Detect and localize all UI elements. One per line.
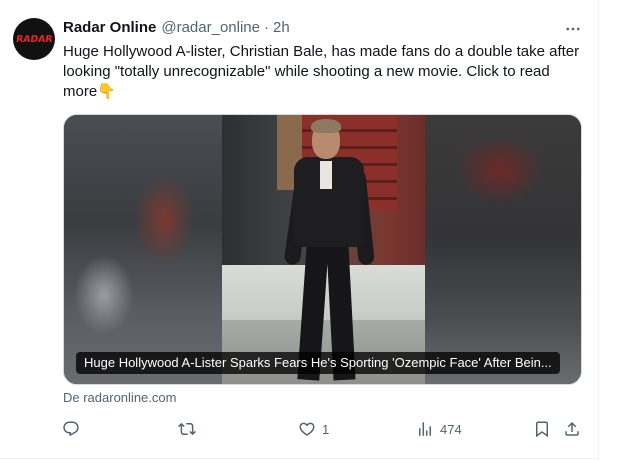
card-domain[interactable]: De radaronline.com	[63, 390, 176, 405]
display-name[interactable]: Radar Online	[63, 19, 156, 36]
pointing-down-emoji: 👇	[97, 83, 116, 100]
card-caption[interactable]: Huge Hollywood A-Lister Sparks Fears He'…	[76, 352, 560, 374]
like-count: 1	[322, 421, 330, 437]
bookmark-icon	[536, 421, 548, 438]
blurred-background-left	[64, 115, 222, 384]
article-photo	[222, 115, 425, 384]
heart-icon	[299, 422, 315, 436]
blurred-background-right	[425, 115, 581, 384]
timestamp[interactable]: 2h	[273, 19, 290, 36]
reply-button[interactable]	[62, 414, 80, 444]
views-button[interactable]: 474	[416, 414, 462, 444]
more-button[interactable]	[558, 18, 588, 40]
action-bar: 1 474	[52, 414, 592, 444]
views-icon	[419, 422, 431, 436]
column-divider	[598, 0, 599, 461]
link-card-image[interactable]: Huge Hollywood A-Lister Sparks Fears He'…	[63, 114, 582, 385]
tweet-text: Huge Hollywood A-lister, Christian Bale,…	[63, 42, 583, 102]
share-icon	[565, 421, 579, 436]
bookmark-button[interactable]	[533, 414, 551, 444]
separator-dot: ·	[263, 19, 269, 36]
avatar-logo-text: RADAR	[15, 33, 53, 45]
tweet-header: Radar Online @radar_online · 2h	[63, 19, 290, 39]
tweet-divider	[0, 458, 598, 459]
avatar[interactable]: RADAR	[13, 18, 55, 60]
tweet-body: Huge Hollywood A-lister, Christian Bale,…	[63, 43, 580, 100]
share-button[interactable]	[563, 414, 581, 444]
retweet-button[interactable]	[178, 414, 196, 444]
reply-icon	[63, 421, 79, 437]
user-handle[interactable]: @radar_online	[161, 19, 260, 36]
like-button[interactable]: 1	[298, 414, 329, 444]
more-horizontal-icon	[566, 27, 580, 31]
retweet-icon	[178, 422, 196, 436]
views-count: 474	[440, 421, 462, 437]
